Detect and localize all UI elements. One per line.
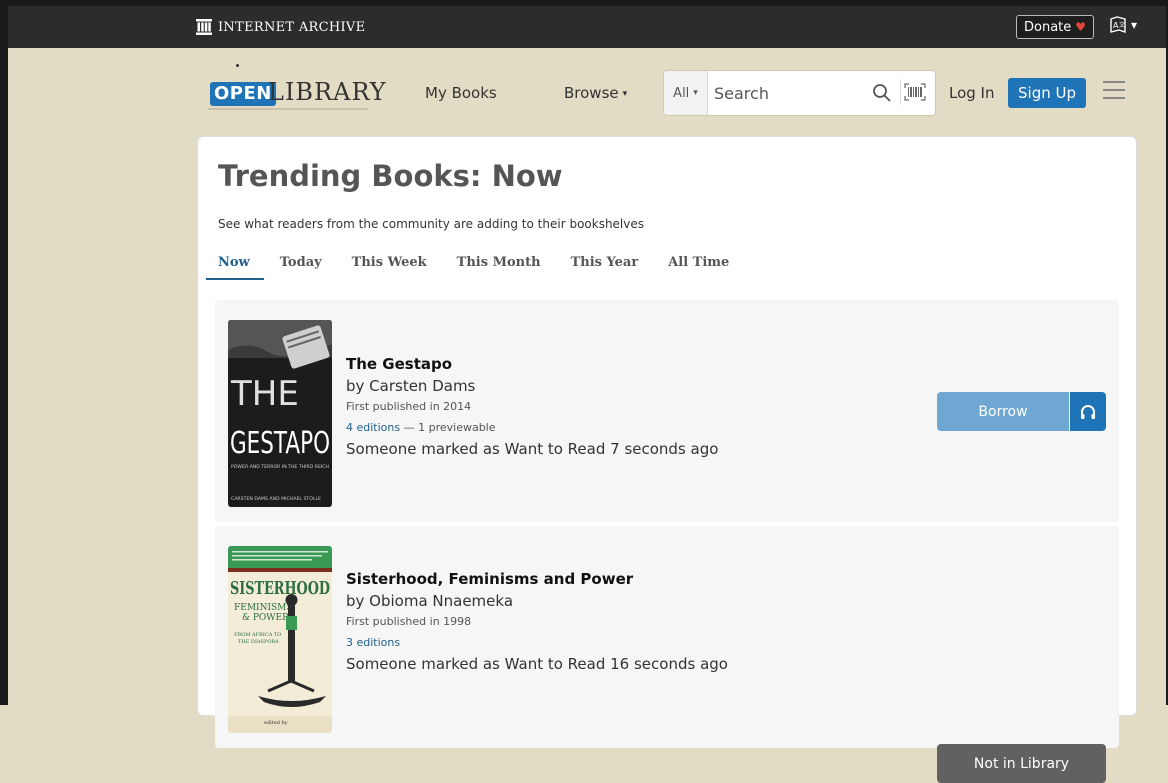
book-title[interactable]: Sisterhood, Feminisms and Power (346, 570, 728, 588)
internet-archive-label: INTERNET ARCHIVE (218, 19, 366, 35)
nav-browse[interactable]: Browse ▾ (564, 84, 627, 102)
book-info: Sisterhood, Feminisms and Power by Obiom… (346, 570, 728, 673)
internet-archive-logo[interactable]: INTERNET ARCHIVE (196, 19, 365, 35)
signup-button[interactable]: Sign Up (1008, 78, 1086, 108)
book-editions: 3 editions (346, 636, 728, 649)
internet-archive-bar: INTERNET ARCHIVE Donate ♥ A 文 ▾ (8, 0, 1166, 48)
heart-icon: ♥ (1075, 20, 1087, 34)
nav-browse-label: Browse (564, 84, 619, 102)
search-icon[interactable] (871, 82, 893, 104)
book-info: The Gestapo by Carsten Dams First publis… (346, 355, 718, 458)
donate-label: Donate (1024, 19, 1072, 35)
editions-link[interactable]: 3 editions (346, 636, 400, 649)
tab-this-month[interactable]: This Month (457, 253, 541, 280)
book-activity: Someone marked as Want to Read 16 second… (346, 655, 728, 673)
archive-temple-icon (196, 19, 212, 35)
headphones-icon (1081, 404, 1095, 419)
logo-library: LIBRARY (268, 78, 387, 106)
cover-authors: CARSTEN DAMS AND MICHAEL STOLLE (231, 496, 321, 502)
barcode-scanner-button[interactable] (900, 79, 928, 105)
book-author[interactable]: by Carsten Dams (346, 377, 718, 395)
borrow-actions: Borrow (937, 392, 1106, 431)
book-title[interactable]: The Gestapo (346, 355, 718, 373)
book-row: THE GESTAPO POWER AND TERROR IN THE THIR… (215, 300, 1119, 522)
borrow-button[interactable]: Borrow (937, 392, 1069, 431)
book-first-published: First published in 2014 (346, 400, 472, 413)
window-border-left (0, 0, 8, 705)
tab-all-time[interactable]: All Time (668, 253, 729, 280)
book-editions: 4 editions — 1 previewable (346, 421, 718, 434)
cover-line5: THE DIASPORA (238, 639, 279, 645)
hamburger-menu-icon[interactable] (1103, 81, 1125, 103)
nav-my-books[interactable]: My Books (425, 84, 497, 102)
cover-line3: & POWER (242, 613, 289, 623)
book-row: SISTERHOOD FEMINISMS & POWER FROM AFRICA… (215, 526, 1119, 783)
cover-line1: SISTERHOOD (230, 578, 330, 599)
language-selector[interactable]: A 文 ▾ (1109, 16, 1137, 34)
cover-line4: FROM AFRICA TO (234, 632, 281, 638)
book-author[interactable]: by Obioma Nnaemeka (346, 592, 728, 610)
book-first-published: First published in 1998 (346, 615, 472, 628)
search-bar: All ▾ (663, 70, 936, 116)
tab-this-year[interactable]: This Year (571, 253, 639, 280)
cover-line1: THE (230, 374, 299, 414)
cover-tagline: POWER AND TERROR IN THE THIRD REICH (231, 464, 329, 470)
svg-text:文: 文 (1119, 21, 1125, 29)
trending-tabs: Now Today This Week This Month This Year… (206, 253, 759, 280)
search-scope-select[interactable]: All ▾ (664, 71, 708, 115)
listen-button[interactable] (1070, 392, 1106, 431)
book-activity: Someone marked as Want to Read 7 seconds… (346, 440, 719, 458)
previewable-count: — 1 previewable (400, 421, 496, 434)
language-icon: A 文 (1110, 16, 1126, 33)
cover-editor: edited by (264, 720, 288, 726)
tab-now[interactable]: Now (206, 253, 264, 280)
book-cover-gestapo[interactable]: THE GESTAPO POWER AND TERROR IN THE THIR… (228, 320, 332, 507)
caret-down-icon: ▾ (622, 89, 628, 99)
tab-this-week[interactable]: This Week (352, 253, 427, 280)
search-scope-label: All (673, 85, 690, 101)
barcode-icon (903, 83, 926, 101)
page-subtitle: See what readers from the community are … (218, 217, 645, 231)
chevron-down-icon: ▾ (1131, 18, 1138, 32)
trending-card: Trending Books: Now See what readers fro… (197, 136, 1137, 783)
cover-line2: GESTAPO (230, 426, 330, 461)
logo-open: OPEN (210, 82, 276, 106)
search-input[interactable] (712, 81, 862, 105)
login-link[interactable]: Log In (949, 84, 995, 102)
tab-today[interactable]: Today (280, 253, 322, 280)
not-in-library-button[interactable]: Not in Library (937, 744, 1106, 783)
cover-line2: FEMINISMS (234, 603, 293, 613)
open-library-logo[interactable]: OPEN LIBRARY (206, 64, 386, 114)
page-title: Trending Books: Now (218, 159, 563, 193)
nav-my-books-label: My Books (425, 84, 497, 102)
caret-down-icon: ▾ (693, 88, 698, 98)
donate-button[interactable]: Donate ♥ (1016, 15, 1095, 39)
editions-link[interactable]: 4 editions (346, 421, 400, 434)
